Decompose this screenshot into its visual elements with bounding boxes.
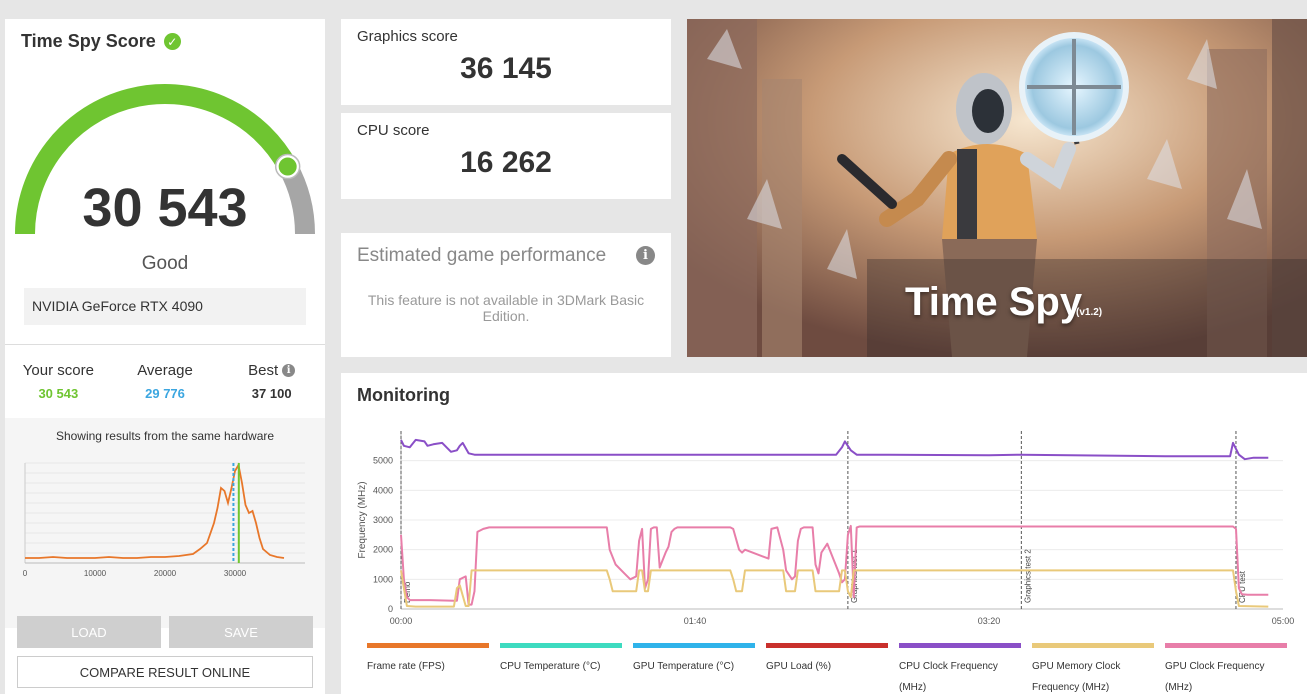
stat-label: Average — [137, 362, 193, 379]
x-tick-label: 00:00 — [390, 616, 413, 626]
legend-item[interactable]: Frame rate (FPS) — [367, 643, 500, 694]
tick-label: 20000 — [154, 569, 177, 578]
legend-item[interactable]: CPU Clock Frequency (MHz) — [899, 643, 1032, 694]
y-tick-label: 5000 — [373, 456, 393, 466]
stat-average: Average 29 776 — [112, 346, 219, 418]
legend-item[interactable]: GPU Memory Clock Frequency (MHz) — [1032, 643, 1165, 694]
tick-label: 0 — [23, 569, 28, 578]
load-button[interactable]: LOAD — [17, 616, 161, 648]
legend-label: GPU Temperature (°C) — [633, 661, 735, 672]
y-tick-label: 1000 — [373, 574, 393, 584]
x-tick-label: 03:20 — [978, 616, 1001, 626]
x-tick-label: 05:00 — [1272, 616, 1295, 626]
monitoring-chart: 0 1000 2000 3000 4000 5000 00:00 01:40 03:20 05:0… — [357, 431, 1295, 626]
histogram-chart: 0 10000 20000 30000 — [23, 462, 305, 578]
egp-message: This feature is not available in 3DMark … — [367, 292, 645, 324]
legend-swatch — [367, 643, 489, 648]
overall-score: 30 543 — [82, 178, 248, 238]
cpu-score-value: 16 262 — [460, 146, 552, 179]
legend-label: Frame rate (FPS) — [367, 661, 445, 672]
tick-label: 10000 — [84, 569, 107, 578]
histogram-caption: Showing results from the same hardware — [55, 429, 275, 443]
stat-value: 30 543 — [38, 386, 79, 401]
legend-swatch — [633, 643, 755, 648]
stat-label: Best — [248, 362, 279, 379]
graphics-score-label: Graphics score — [357, 28, 458, 45]
series-line — [400, 569, 1269, 608]
divider — [5, 344, 325, 345]
save-button[interactable]: SAVE — [169, 616, 313, 648]
y-tick-label: 4000 — [373, 485, 393, 495]
benchmark-version: (v1.2) — [1076, 307, 1103, 318]
series-line — [400, 524, 1269, 606]
score-card: Time Spy Score ✓ 30 543 Good NVIDIA GeFo… — [5, 19, 325, 694]
legend-item[interactable]: CPU Temperature (°C) — [500, 643, 633, 694]
legend-label: GPU Memory Clock Frequency (MHz) — [1032, 661, 1121, 693]
score-card-title: Time Spy Score ✓ — [21, 31, 181, 52]
estimated-game-performance-card: Estimated game performance i This featur… — [341, 233, 671, 357]
legend-item[interactable]: GPU Clock Frequency (MHz) — [1165, 643, 1298, 694]
info-icon[interactable]: i — [282, 364, 296, 377]
stat-value: 37 100 — [251, 386, 292, 401]
stat-label: Your score — [22, 362, 94, 379]
monitoring-card: Monitoring 0 1000 2000 3000 4000 5000 00:00 01:… — [341, 373, 1307, 694]
compare-online-button[interactable]: COMPARE RESULT ONLINE — [17, 656, 313, 688]
y-axis-label: Frequency (MHz) — [357, 481, 368, 558]
legend-item[interactable]: GPU Load (%) — [766, 643, 899, 694]
y-tick-label: 0 — [388, 604, 393, 614]
cpu-score-label: CPU score — [357, 122, 430, 139]
stat-your-score: Your score 30 543 — [5, 346, 112, 418]
legend-swatch — [1165, 643, 1287, 648]
score-histogram: 0 10000 20000 30000 Showing results from th… — [5, 418, 325, 628]
stat-best: Best i 37 100 — [218, 346, 325, 418]
legend-swatch — [766, 643, 888, 648]
gpu-name: NVIDIA GeForce RTX 4090 — [24, 288, 306, 325]
graphics-score-value: 36 145 — [460, 52, 552, 85]
graphics-score-card: Graphics score 36 145 — [341, 19, 671, 105]
y-tick-label: 3000 — [373, 515, 393, 525]
egp-title: Estimated game performance — [357, 245, 607, 266]
legend-label: GPU Clock Frequency (MHz) — [1165, 661, 1265, 693]
stat-value: 29 776 — [145, 386, 185, 401]
legend-label: GPU Load (%) — [766, 661, 832, 672]
monitoring-legend: Frame rate (FPS) CPU Temperature (°C) GP… — [367, 643, 1307, 694]
x-tick-label: 01:40 — [684, 616, 707, 626]
score-stats: Your score 30 543 Average 29 776 Best i 3… — [5, 346, 325, 418]
legend-swatch — [899, 643, 1021, 648]
benchmark-title: Time Spy — [905, 280, 1083, 324]
tick-label: 30000 — [224, 569, 247, 578]
series-line — [400, 438, 1269, 461]
gauge-knob-dot — [278, 157, 297, 176]
legend-swatch — [1032, 643, 1154, 648]
check-icon: ✓ — [163, 33, 181, 50]
score-title-text: Time Spy Score — [21, 31, 156, 51]
legend-label: CPU Clock Frequency (MHz) — [899, 661, 998, 693]
y-tick-label: 2000 — [373, 545, 393, 555]
benchmark-hero-image: Time Spy (v1.2) — [687, 19, 1307, 357]
info-icon[interactable]: i — [636, 246, 655, 265]
score-rating: Good — [141, 253, 189, 274]
legend-swatch — [500, 643, 622, 648]
cpu-score-card: CPU score 16 262 — [341, 113, 671, 199]
histogram-line — [25, 462, 285, 559]
phase-label: Graphics test 2 — [1023, 549, 1032, 603]
legend-item[interactable]: GPU Temperature (°C) — [633, 643, 766, 694]
legend-label: CPU Temperature (°C) — [500, 661, 601, 672]
